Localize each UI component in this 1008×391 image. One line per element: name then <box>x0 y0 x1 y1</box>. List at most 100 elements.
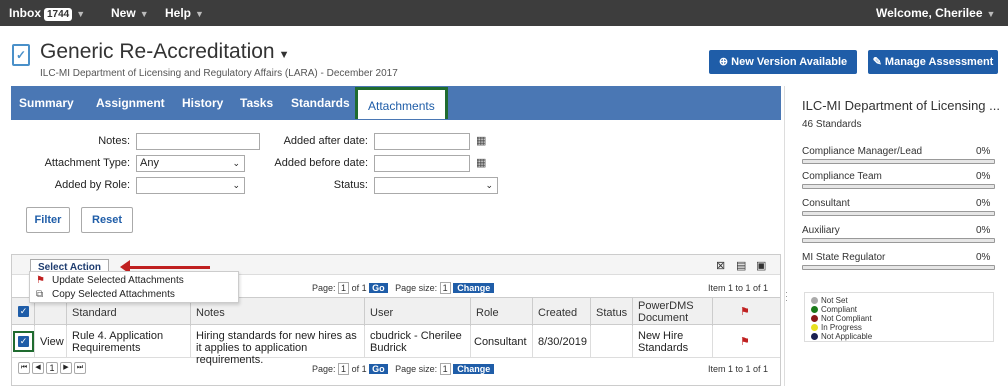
legend-dot <box>811 324 818 332</box>
welcome-text: Welcome, Cherilee <box>876 6 983 20</box>
current-page-number[interactable]: 1 <box>46 362 58 375</box>
last-page-icon[interactable]: ⏭ <box>74 362 86 375</box>
cell-document[interactable]: New Hire Standards <box>638 330 710 354</box>
legend-dot <box>811 306 818 314</box>
calendar-icon[interactable]: ▦ <box>476 134 486 147</box>
table-row: ✓ View Rule 4. Application Requirements … <box>12 326 780 366</box>
first-page-icon[interactable]: ⏮ <box>18 362 30 375</box>
notes-input[interactable] <box>136 133 260 150</box>
view-link[interactable]: View <box>40 336 64 348</box>
flag-icon[interactable]: ⚑ <box>740 335 750 348</box>
tab-assignment[interactable]: Assignment <box>96 96 165 110</box>
menu-item-copy[interactable]: ⧉ Copy Selected Attachments <box>36 289 175 300</box>
top-nav-bar: Inbox 1744 ▼ New ▼ Help ▼ Welcome, Cherilee ▼ <box>0 0 1008 26</box>
legend-item: In Progress <box>811 323 987 332</box>
help-menu[interactable]: Help ▼ <box>165 6 204 20</box>
tab-standards[interactable]: Standards <box>291 96 350 110</box>
pencil-icon: ✎ <box>872 56 885 68</box>
bar-percent: 0% <box>976 146 991 157</box>
bar-label: MI State Regulator <box>802 252 886 263</box>
status-legend: Not Set Compliant Not Compliant In Progr… <box>804 292 994 342</box>
attachment-type-select[interactable]: Any ⌄ <box>136 155 245 172</box>
col-user[interactable]: User <box>370 307 393 319</box>
chevron-down-icon: ▼ <box>986 9 996 19</box>
added-after-input[interactable] <box>374 133 470 150</box>
document-check-icon <box>12 44 30 66</box>
page-nav: ⏮ ◀ 1 ▶ ⏭ <box>18 362 88 375</box>
legend-label: Not Compliant <box>821 314 872 323</box>
col-standard[interactable]: Standard <box>72 307 117 319</box>
bottom-page-controls: Page: 1 of 1 Go Page size: 1 Change <box>312 363 495 375</box>
column-divider <box>34 326 35 358</box>
go-button[interactable]: Go <box>369 283 388 293</box>
column-divider <box>712 326 713 358</box>
change-button[interactable]: Change <box>453 364 495 374</box>
status-label: Status: <box>333 179 368 191</box>
column-divider <box>590 298 591 326</box>
next-page-icon[interactable]: ▶ <box>60 362 72 375</box>
menu-item-update[interactable]: ⚑ Update Selected Attachments <box>36 275 184 286</box>
tab-history[interactable]: History <box>182 96 223 110</box>
tab-tasks[interactable]: Tasks <box>240 96 273 110</box>
chevron-down-icon: ⌄ <box>232 180 240 190</box>
tab-summary[interactable]: Summary <box>19 96 74 110</box>
page-label: Page: <box>312 364 336 374</box>
column-divider <box>532 298 533 326</box>
col-notes[interactable]: Notes <box>196 307 225 319</box>
added-by-role-select[interactable]: ⌄ <box>136 177 245 194</box>
legend-label: Compliant <box>821 305 858 314</box>
splitter-handle-icon[interactable]: · · · <box>785 288 788 305</box>
inbox-label: Inbox <box>9 6 41 20</box>
attachment-type-value: Any <box>140 157 159 169</box>
bar-label: Auxiliary <box>802 225 840 236</box>
standards-count: 46 Standards <box>802 119 862 130</box>
row-checkbox[interactable]: ✓ <box>18 336 29 347</box>
go-button[interactable]: Go <box>369 364 388 374</box>
user-menu[interactable]: Welcome, Cherilee ▼ <box>876 6 995 20</box>
chevron-down-icon: ⌄ <box>485 180 493 190</box>
panel-splitter[interactable] <box>784 86 788 386</box>
page-title[interactable]: Generic Re-Accreditation ▼ <box>40 40 290 64</box>
bar-percent: 0% <box>976 252 991 263</box>
page-size-input[interactable]: 1 <box>439 282 451 294</box>
export-word-icon[interactable]: ▣ <box>756 259 766 272</box>
manage-assessment-button[interactable]: ✎ Manage Assessment <box>868 50 998 74</box>
added-before-input[interactable] <box>374 155 470 172</box>
tab-attachments[interactable]: Attachments <box>355 87 448 119</box>
calendar-icon[interactable]: ▦ <box>476 156 486 169</box>
page-subtitle: ILC-MI Department of Licensing and Regul… <box>40 68 398 79</box>
reset-button[interactable]: Reset <box>81 207 133 233</box>
prev-page-icon[interactable]: ◀ <box>32 362 44 375</box>
legend-dot <box>811 333 818 341</box>
help-label: Help <box>165 6 192 20</box>
page-label: Page: <box>312 283 336 293</box>
page-size-input[interactable]: 1 <box>439 363 451 375</box>
col-status[interactable]: Status <box>596 307 627 319</box>
new-menu[interactable]: New ▼ <box>111 6 149 20</box>
inbox-menu[interactable]: Inbox 1744 ▼ <box>9 6 85 21</box>
new-label: New <box>111 6 136 20</box>
cell-user: cbudrick - Cherilee Budrick <box>370 330 462 354</box>
filter-button[interactable]: Filter <box>26 207 70 233</box>
status-select[interactable]: ⌄ <box>374 177 498 194</box>
chevron-down-icon: ▼ <box>139 9 149 19</box>
page-of-label: of 1 <box>351 364 367 374</box>
bar-label: Compliance Manager/Lead <box>802 146 923 157</box>
export-excel-icon[interactable]: ⊠ <box>716 259 725 272</box>
change-button[interactable]: Change <box>453 283 495 293</box>
page-input[interactable]: 1 <box>338 282 350 294</box>
legend-item: Not Applicable <box>811 332 987 341</box>
page-input[interactable]: 1 <box>338 363 350 375</box>
summary-panel: ILC-MI Department of Licensing ... 46 St… <box>790 86 1008 391</box>
page-size-label: Page size: <box>395 364 438 374</box>
copy-icon: ⧉ <box>36 289 44 300</box>
col-powerdms-document[interactable]: PowerDMS Document <box>638 300 708 324</box>
page-of-label: of 1 <box>351 283 367 293</box>
flag-icon: ⚑ <box>36 275 45 286</box>
new-version-button[interactable]: ⊕ New Version Available <box>709 50 857 74</box>
col-role[interactable]: Role <box>476 307 499 319</box>
top-pager: Page: 1 of 1 Go Page size: 1 Change <box>312 282 495 294</box>
select-all-checkbox[interactable]: ✓ <box>18 306 29 317</box>
col-created[interactable]: Created <box>538 307 577 319</box>
export-pdf-icon[interactable]: ▤ <box>736 259 746 272</box>
